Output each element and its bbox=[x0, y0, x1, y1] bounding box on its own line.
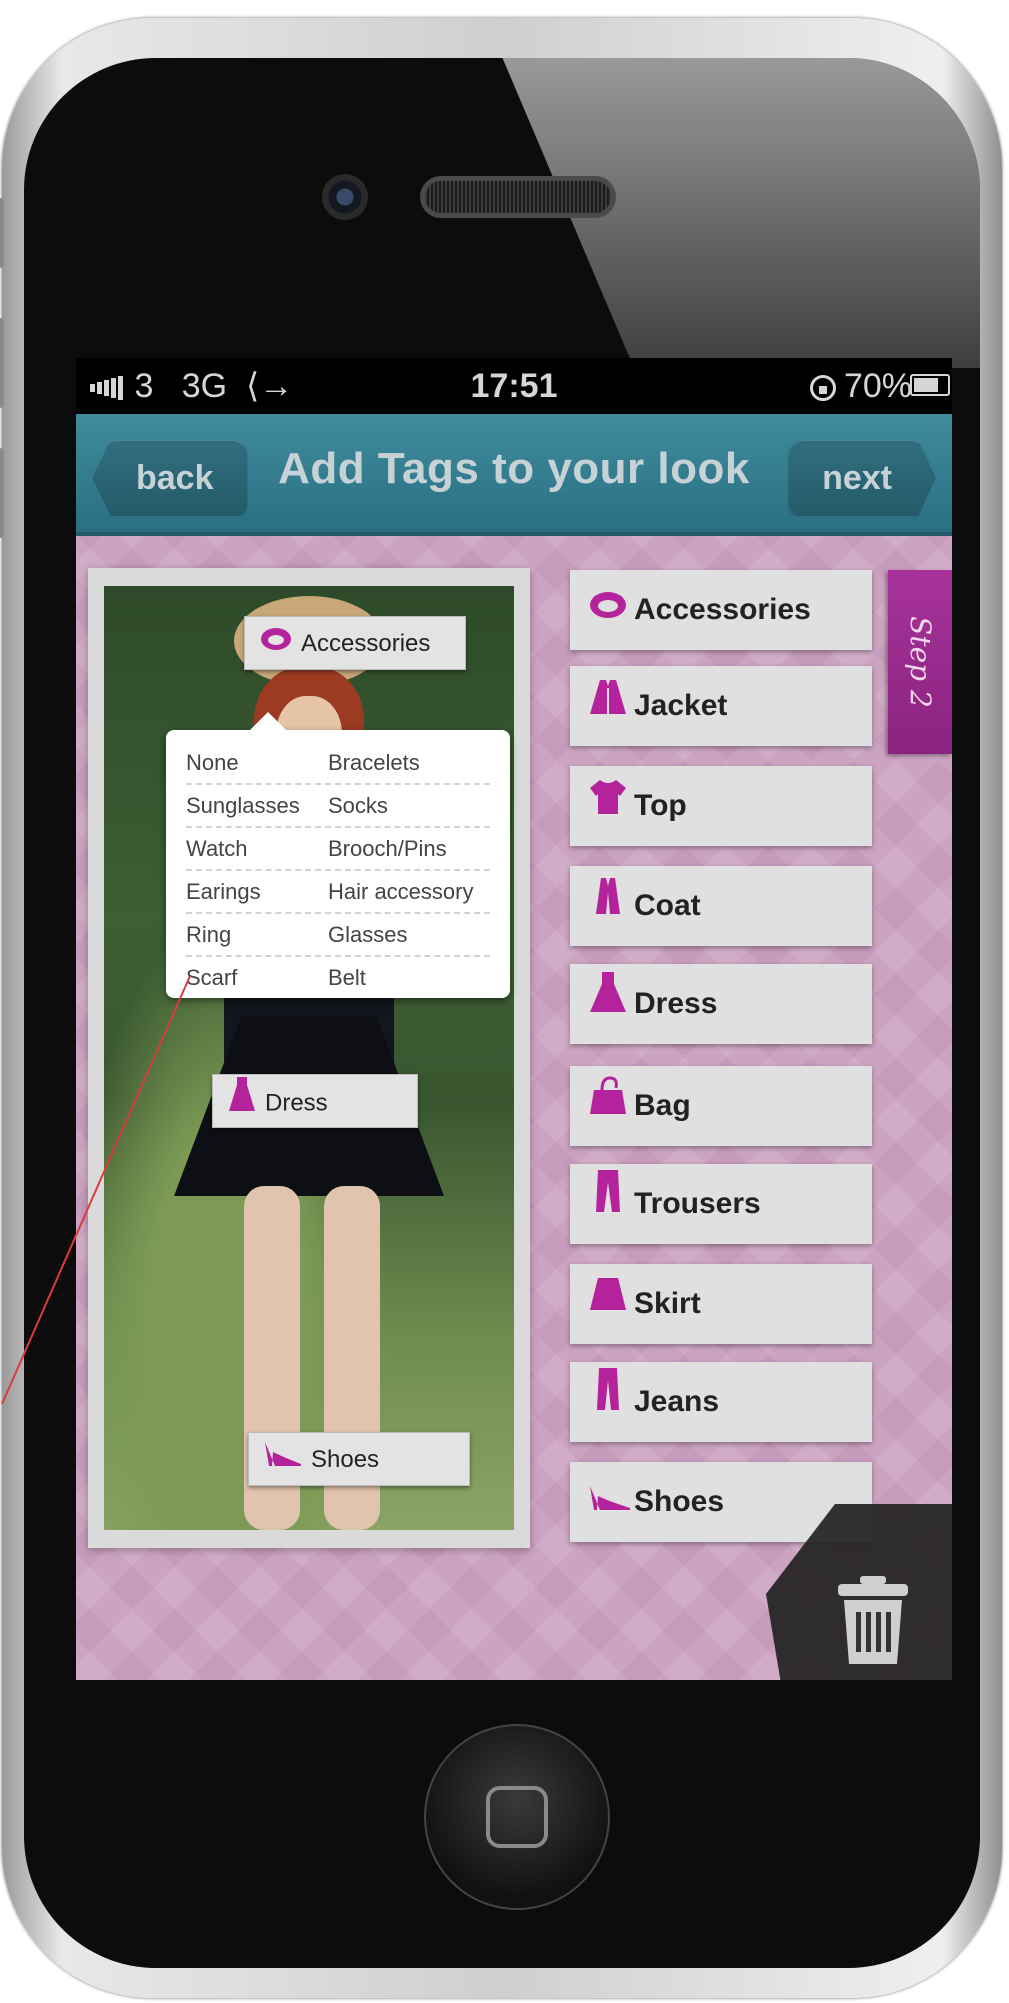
battery-icon bbox=[910, 374, 950, 396]
category-label: Shoes bbox=[634, 1485, 725, 1518]
dress-icon bbox=[588, 965, 628, 1045]
category-label: Dress bbox=[634, 987, 718, 1020]
next-button[interactable]: next bbox=[788, 440, 936, 516]
popup-row: Watch Brooch/Pins bbox=[186, 828, 490, 871]
category-button-jacket[interactable]: Jacket bbox=[570, 666, 872, 746]
popup-row: Ring Glasses bbox=[186, 914, 490, 957]
jeans-icon bbox=[588, 1363, 628, 1443]
popup-option[interactable]: None bbox=[186, 742, 328, 783]
shoes-icon bbox=[588, 1463, 630, 1543]
accessories-type-popup: None Bracelets Sunglasses Socks Watch Br… bbox=[166, 712, 510, 998]
category-label: Skirt bbox=[634, 1287, 701, 1320]
category-label: Jacket bbox=[634, 689, 728, 722]
popup-row: Scarf Belt bbox=[186, 957, 490, 998]
rotation-lock-icon bbox=[809, 375, 836, 402]
accessories-icon bbox=[588, 571, 628, 651]
jacket-icon bbox=[588, 667, 628, 747]
popup-option[interactable]: Earings bbox=[186, 871, 328, 912]
photo-frame bbox=[88, 568, 530, 1548]
popup-option[interactable]: Glasses bbox=[328, 914, 407, 955]
popup-option[interactable]: Ring bbox=[186, 914, 328, 955]
status-bar: 3 3G ⟨→ 17:51 70% bbox=[76, 358, 952, 414]
photo-tag-label: Shoes bbox=[311, 1446, 380, 1473]
popup-option[interactable]: Belt bbox=[328, 957, 366, 998]
category-button-coat[interactable]: Coat bbox=[570, 866, 872, 946]
earpiece-speaker bbox=[420, 176, 616, 218]
home-square-icon bbox=[486, 1786, 548, 1848]
battery-percent: 70% bbox=[843, 367, 912, 405]
category-button-top[interactable]: Top bbox=[570, 766, 872, 846]
category-label: Coat bbox=[634, 889, 701, 922]
popup-row: Earings Hair accessory bbox=[186, 871, 490, 914]
dress-icon bbox=[227, 1075, 257, 1133]
bag-icon bbox=[588, 1067, 628, 1147]
popup-option[interactable]: Socks bbox=[328, 785, 388, 826]
photo-tag-shoes[interactable]: Shoes bbox=[248, 1432, 470, 1486]
popup-option[interactable]: Scarf bbox=[186, 957, 328, 998]
outfit-photo[interactable] bbox=[104, 586, 514, 1530]
trousers-icon bbox=[588, 1165, 628, 1245]
top-icon bbox=[588, 767, 628, 847]
front-camera bbox=[322, 174, 368, 220]
category-button-jeans[interactable]: Jeans bbox=[570, 1362, 872, 1442]
volume-down-button bbox=[0, 448, 4, 538]
category-button-accessories[interactable]: Accessories bbox=[570, 570, 872, 650]
category-button-dress[interactable]: Dress bbox=[570, 964, 872, 1044]
popup-option[interactable]: Bracelets bbox=[328, 742, 420, 783]
popup-row: Sunglasses Socks bbox=[186, 785, 490, 828]
category-label: Bag bbox=[634, 1089, 691, 1122]
volume-up-button bbox=[0, 318, 4, 408]
category-label: Accessories bbox=[634, 593, 811, 626]
photo-tag-label: Accessories bbox=[301, 630, 431, 657]
category-label: Top bbox=[634, 789, 687, 822]
category-label: Trousers bbox=[634, 1187, 761, 1220]
category-button-trousers[interactable]: Trousers bbox=[570, 1164, 872, 1244]
trash-icon[interactable] bbox=[836, 1576, 910, 1666]
photo-tag-accessories[interactable]: Accessories bbox=[244, 616, 466, 670]
category-button-bag[interactable]: Bag bbox=[570, 1066, 872, 1146]
coat-icon bbox=[588, 867, 628, 947]
step-label: Step 2 bbox=[904, 616, 937, 708]
photo-tag-label: Dress bbox=[265, 1089, 328, 1117]
category-button-skirt[interactable]: Skirt bbox=[570, 1264, 872, 1344]
photo-tag-dress[interactable]: Dress bbox=[212, 1074, 418, 1128]
navigation-bar: back Add Tags to your look next bbox=[76, 414, 952, 536]
popup-option[interactable]: Sunglasses bbox=[186, 785, 328, 826]
step-indicator-tab: Step 2 bbox=[888, 570, 952, 754]
popup-option[interactable]: Brooch/Pins bbox=[328, 828, 447, 869]
skirt-icon bbox=[588, 1265, 628, 1345]
accessories-icon bbox=[259, 618, 293, 672]
popup-row: None Bracelets bbox=[186, 742, 490, 785]
app-screen: 3 3G ⟨→ 17:51 70% back Add Tags to your … bbox=[76, 358, 952, 1680]
battery-info: 70% bbox=[809, 358, 912, 414]
category-label: Jeans bbox=[634, 1385, 720, 1418]
popup-option[interactable]: Hair accessory bbox=[328, 871, 473, 912]
home-button[interactable] bbox=[424, 1724, 610, 1910]
popup-option[interactable]: Watch bbox=[186, 828, 328, 869]
mute-switch bbox=[0, 198, 4, 268]
shoes-icon bbox=[263, 1434, 303, 1488]
tagging-area: Accessories Dress Shoes None Bracelets S… bbox=[76, 536, 952, 1680]
